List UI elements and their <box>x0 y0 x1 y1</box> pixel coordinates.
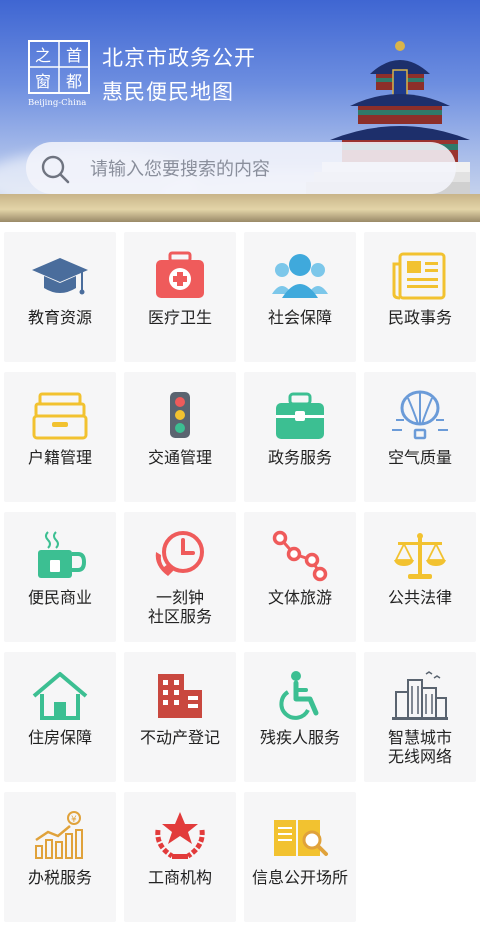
app-title-line1: 北京市政务公开 <box>102 46 256 70</box>
star-wreath-icon <box>155 812 205 859</box>
category-real-estate[interactable]: 不动产登记 <box>124 652 236 782</box>
category-info-disclosure-venue[interactable]: 信息公开场所 <box>244 792 356 922</box>
graduation-cap-icon <box>32 258 88 295</box>
category-air-quality[interactable]: 空气质量 <box>364 372 476 502</box>
category-education[interactable]: 教育资源 <box>4 232 116 362</box>
balloon-icon <box>392 390 448 440</box>
category-label: 交通管理 <box>147 448 212 467</box>
clock-phone-icon <box>155 531 204 576</box>
category-label: 民政事务 <box>387 308 452 327</box>
house-icon <box>32 672 88 720</box>
category-label-line2: 无线网络 <box>387 747 452 766</box>
logo-char: 都 <box>66 72 82 91</box>
category-label: 不动产登记 <box>139 728 220 747</box>
category-label: 医疗卫生 <box>147 308 212 327</box>
wheelchair-icon <box>279 671 319 720</box>
newspaper-icon <box>392 252 446 300</box>
palace-wall <box>0 194 480 222</box>
category-label: 一刻钟 <box>155 588 204 607</box>
category-label: 教育资源 <box>27 308 92 327</box>
category-label: 便民商业 <box>27 588 92 607</box>
route-icon <box>272 530 328 582</box>
category-traffic[interactable]: 交通管理 <box>124 372 236 502</box>
category-label: 空气质量 <box>387 448 452 467</box>
briefcase-icon <box>276 392 324 439</box>
building-icon <box>158 674 202 718</box>
app-title-line2: 惠民便民地图 <box>102 80 234 104</box>
category-label: 社会保障 <box>267 308 332 327</box>
logo-char: 之 <box>35 46 51 65</box>
category-label: 信息公开场所 <box>251 868 348 887</box>
category-label: 智慧城市 <box>387 728 452 747</box>
category-commerce[interactable]: 便民商业 <box>4 512 116 642</box>
svg-text:¥: ¥ <box>71 815 77 825</box>
header-banner: 首 都 之 窗 Beijing-China 北京市政务公开 惠民便民地图 <box>0 0 480 222</box>
category-label: 公共法律 <box>387 588 452 607</box>
search-input[interactable] <box>88 150 432 188</box>
category-medical[interactable]: 医疗卫生 <box>124 232 236 362</box>
smart-city-icon <box>392 671 448 720</box>
traffic-light-icon <box>170 392 190 438</box>
category-label: 政务服务 <box>267 448 332 467</box>
scales-icon <box>394 533 446 579</box>
search-icon[interactable] <box>40 154 70 184</box>
category-gov-service[interactable]: 政务服务 <box>244 372 356 502</box>
tax-chart-icon: ¥ <box>35 811 83 859</box>
category-smart-city-wifi[interactable]: 智慧城市 无线网络 <box>364 652 476 782</box>
category-label: 残疾人服务 <box>259 728 340 747</box>
category-label: 工商机构 <box>147 868 212 887</box>
medical-kit-icon <box>156 251 204 298</box>
category-tax-service[interactable]: ¥ 办税服务 <box>4 792 116 922</box>
category-housing[interactable]: 住房保障 <box>4 652 116 782</box>
book-search-icon <box>274 820 328 856</box>
file-box-icon <box>32 392 88 440</box>
category-social-security[interactable]: 社会保障 <box>244 232 356 362</box>
logo-char: 首 <box>66 46 82 65</box>
category-business-agency[interactable]: 工商机构 <box>124 792 236 922</box>
category-household-registration[interactable]: 户籍管理 <box>4 372 116 502</box>
coffee-cup-icon <box>38 531 87 578</box>
category-community-service[interactable]: 一刻钟 社区服务 <box>124 512 236 642</box>
category-label: 户籍管理 <box>27 448 92 467</box>
category-label: 办税服务 <box>27 868 92 887</box>
category-culture-tourism[interactable]: 文体旅游 <box>244 512 356 642</box>
logo-caption: Beijing-China <box>28 98 86 108</box>
category-label-line2: 社区服务 <box>147 607 212 626</box>
people-icon <box>272 254 328 298</box>
logo-char: 窗 <box>35 72 51 91</box>
category-civil-affairs[interactable]: 民政事务 <box>364 232 476 362</box>
search-bar[interactable] <box>26 142 456 194</box>
category-disability-service[interactable]: 残疾人服务 <box>244 652 356 782</box>
capital-window-logo: 首 都 之 窗 Beijing-China <box>28 40 90 108</box>
category-label: 文体旅游 <box>267 588 332 607</box>
category-label: 住房保障 <box>27 728 92 747</box>
category-public-law[interactable]: 公共法律 <box>364 512 476 642</box>
